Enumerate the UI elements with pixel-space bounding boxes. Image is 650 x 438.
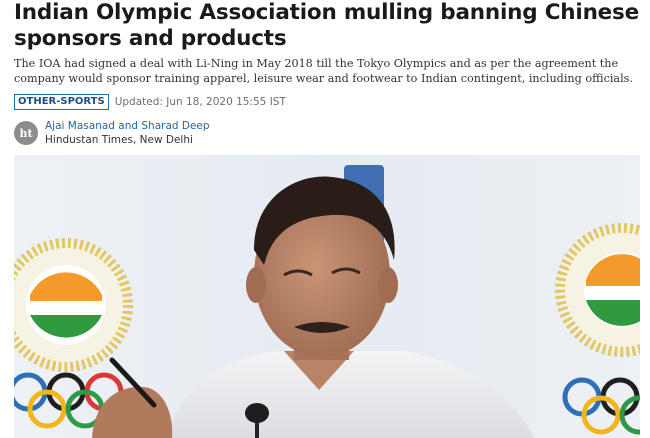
author-link[interactable]: Ajai Masanad and Sharad Deep — [45, 119, 210, 133]
byline-text: Ajai Masanad and Sharad Deep Hindustan T… — [45, 119, 210, 147]
byline: ht Ajai Masanad and Sharad Deep Hindusta… — [14, 117, 210, 149]
article-page: Indian Olympic Association mulling banni… — [0, 0, 650, 438]
section-tag-link[interactable]: OTHER-SPORTS — [14, 94, 109, 110]
article-headline: Indian Olympic Association mulling banni… — [14, 0, 640, 51]
avatar-text: ht — [19, 127, 33, 140]
updated-timestamp: Updated: Jun 18, 2020 15:55 IST — [114, 96, 286, 108]
ht-logo-icon: ht — [14, 121, 38, 145]
publication-location: Hindustan Times, New Delhi — [45, 134, 193, 146]
hero-image — [14, 155, 640, 438]
article-summary: The IOA had signed a deal with Li-Ning i… — [14, 57, 633, 85]
article-meta: OTHER-SPORTS Updated: Jun 18, 2020 15:55… — [14, 93, 286, 111]
